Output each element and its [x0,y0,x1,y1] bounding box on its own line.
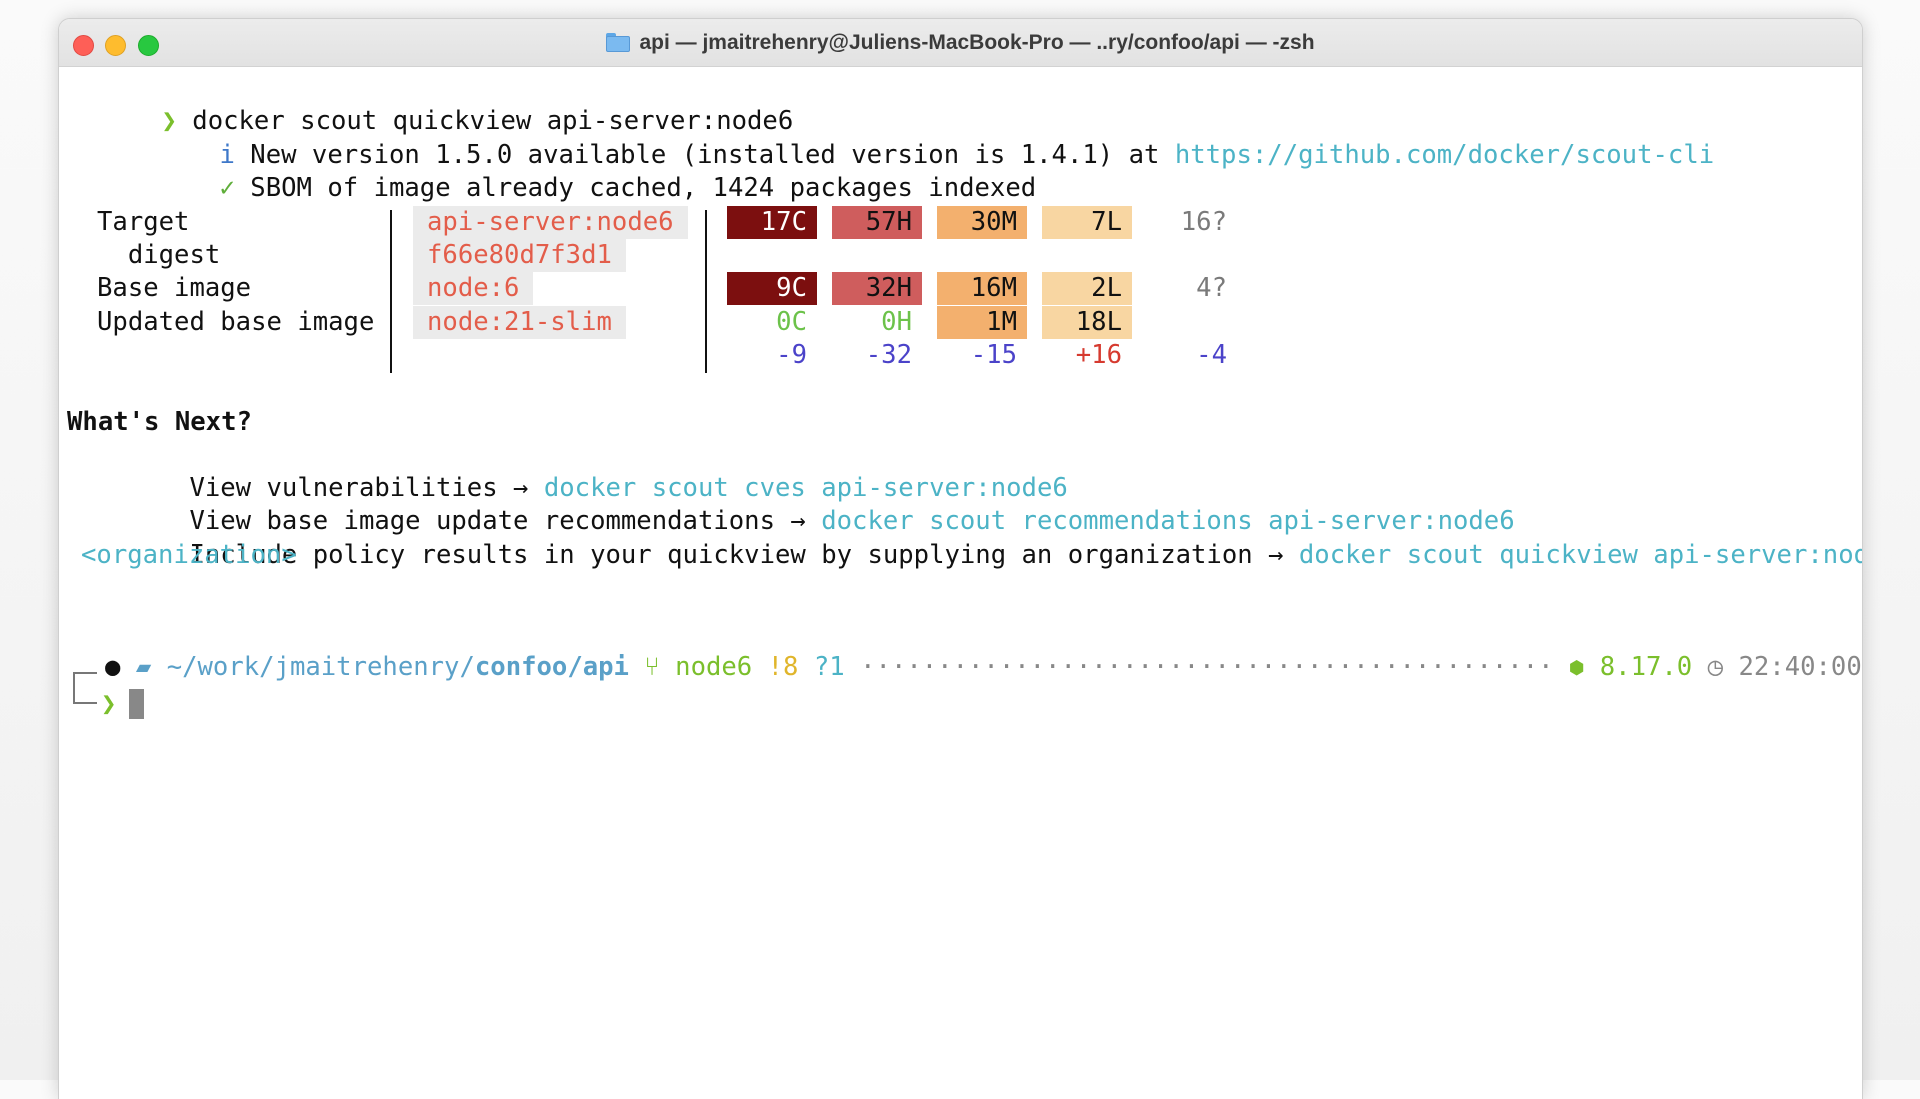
target-low-count: 7L [1042,206,1132,239]
text-cursor [129,689,144,719]
sbom-line: ✓ SBOM of image already cached, 1424 pac… [127,139,1036,203]
window-title-text: api — jmaitrehenry@Juliens-MacBook-Pro —… [639,30,1315,54]
prompt-filler: ········································… [860,652,1554,682]
clock-icon: ◷ [1707,652,1724,682]
terminal-content[interactable]: ❯ docker scout quickview api-server:node… [59,66,1862,1099]
scout-cli-link[interactable]: https://github.com/docker/scout-cli [1175,140,1714,170]
git-untracked-count: ?1 [813,652,845,682]
updated-critical-count: 0C [776,307,807,337]
table-separator [705,210,707,373]
base-low-count: 2L [1042,272,1132,305]
next-item-policy: Include policy results in your quickview… [97,506,1862,570]
row-label-target: Target [97,207,190,237]
input-prompt-arrow: ❯ [101,689,117,719]
row-label-updated-base-image: Updated base image [97,307,375,337]
prompt-corner [73,672,97,704]
base-medium-count: 16M [937,272,1027,305]
updated-high-count: 0H [881,307,912,337]
diff-medium: -15 [970,340,1017,370]
image-name-updated-base: node:21-slim [413,306,626,339]
updated-low-count: 18L [1042,306,1132,339]
image-digest: f66e80d7f3d1 [413,239,626,272]
terminal-window: api — jmaitrehenry@Juliens-MacBook-Pro —… [58,18,1863,1099]
next-item-recommendations: View base image update recommendations →… [97,472,1514,536]
row-label-digest: digest [97,240,221,270]
info-line: i New version 1.5.0 available (installed… [127,106,1714,170]
title-bar: api — jmaitrehenry@Juliens-MacBook-Pro —… [59,19,1862,67]
prompt-time: 22:40:00 [1738,652,1862,682]
folder-small-icon: ▰ [135,652,152,682]
next-item-text: Include policy results in your quickview… [189,540,1299,570]
node-version: 8.17.0 [1599,652,1693,682]
sbom-text: SBOM of image already cached, 1424 packa… [250,173,1037,203]
prompt-status-line: ● ▰ ~/work/jmaitrehenry/confoo/api ⑂ nod… [105,651,1862,684]
image-name-base: node:6 [413,272,534,305]
prompt-path-current: confoo/api [474,652,629,682]
window-title: api — jmaitrehenry@Juliens-MacBook-Pro —… [59,19,1862,66]
node-icon: ⬢ [1568,652,1585,682]
target-medium-count: 30M [937,206,1027,239]
target-high-count: 57H [832,206,922,239]
git-icon: ⑂ [644,652,660,682]
apple-icon: ● [105,652,121,682]
base-high-count: 32H [832,272,922,305]
prompt-path-prefix: ~/work/jmaitrehenry/ [166,652,475,682]
updated-medium-count: 1M [937,306,1027,339]
diff-low: +16 [1075,340,1122,370]
table-separator [390,210,392,373]
target-unknown-count: 16? [1180,207,1227,237]
folder-icon [606,33,631,52]
command-line: ❯ docker scout quickview api-server:node… [69,72,793,136]
git-modified-count: !8 [767,652,799,682]
check-icon: ✓ [219,173,235,203]
next-item-cves: View vulnerabilities → docker scout cves… [97,439,1067,503]
quickview-org-command-link[interactable]: docker scout quickview api-server:node6 … [1299,540,1862,570]
row-label-base-image: Base image [97,273,252,303]
quickview-org-command-continuation[interactable]: <organization> [81,539,297,572]
diff-critical: -9 [776,340,807,370]
base-unknown-count: 4? [1196,273,1227,303]
target-critical-count: 17C [727,206,817,239]
whats-next-heading: What's Next? [67,407,252,437]
base-critical-count: 9C [727,272,817,305]
image-name-target: api-server:node6 [413,206,688,239]
git-branch: node6 [675,652,753,682]
diff-high: -32 [865,340,912,370]
diff-unknown: -4 [1196,340,1227,370]
